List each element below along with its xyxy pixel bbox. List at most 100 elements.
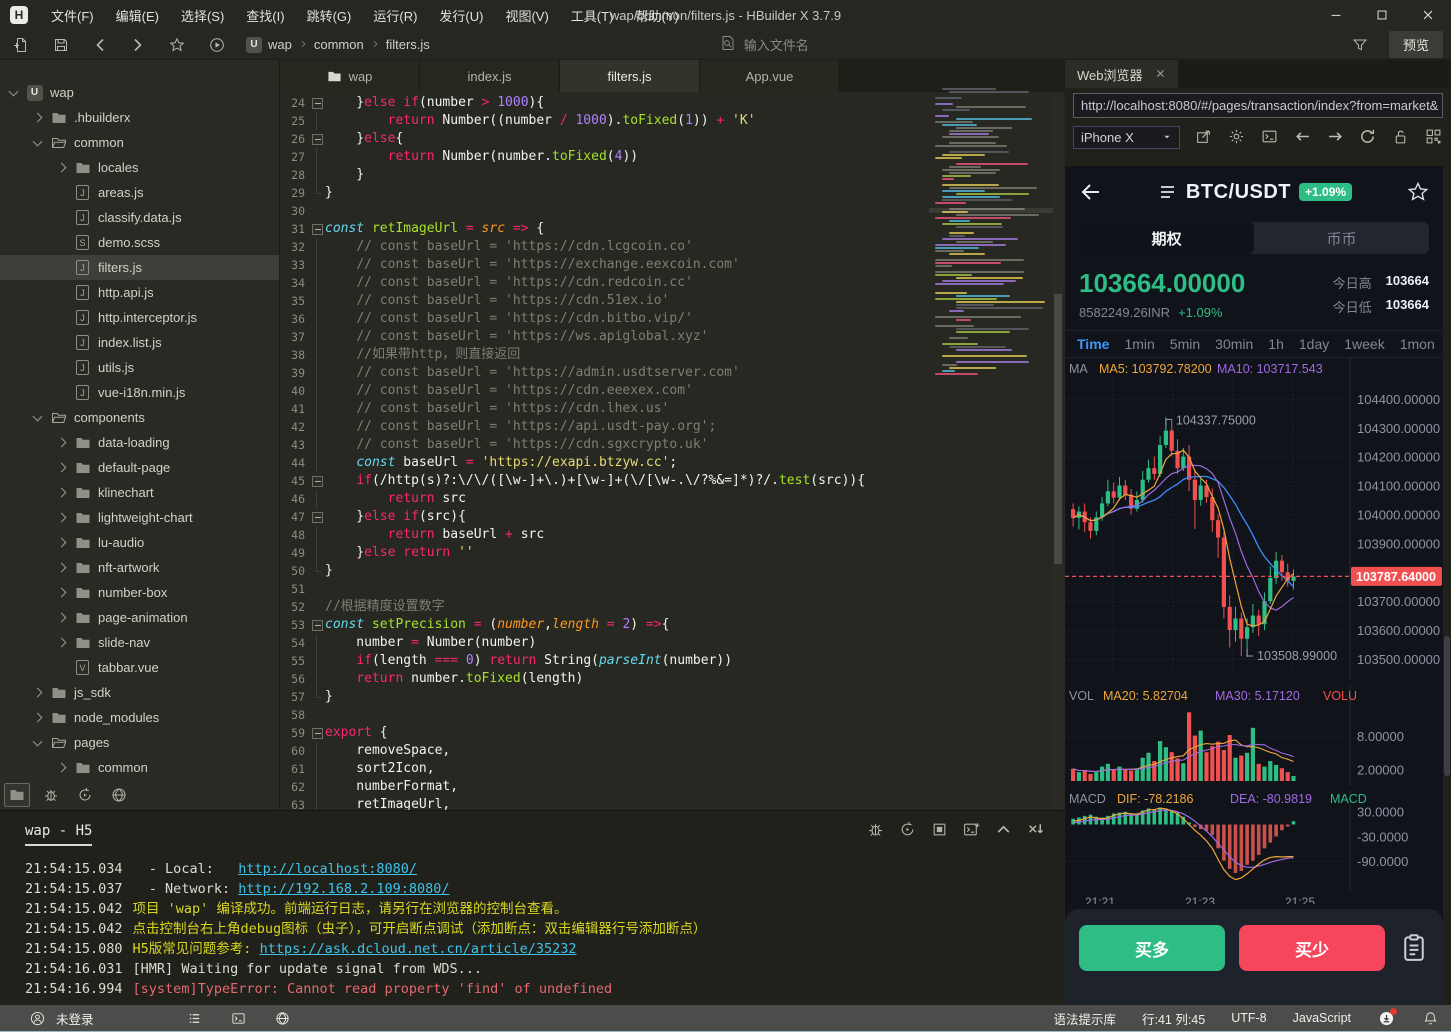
qr-code-icon[interactable] [1425,128,1443,146]
code-line-51[interactable]: 51 [280,580,1065,598]
clear-log-icon[interactable] [1027,821,1045,839]
line-number[interactable]: 44 [280,454,310,472]
new-file-icon[interactable] [6,32,36,58]
filter-funnel-icon[interactable] [1345,32,1375,58]
tree-item-tabbar.vue[interactable]: Vtabbar.vue [0,655,279,680]
chevron-right-icon[interactable] [57,513,67,523]
line-number[interactable]: 37 [280,328,310,346]
minimap[interactable] [935,88,1050,376]
tree-item-node_modules[interactable]: node_modules [0,705,279,730]
fold-toggle-icon[interactable] [310,220,325,238]
code-line-40[interactable]: 40 // const baseUrl = 'https://cdn.eeexe… [280,382,1065,400]
timeframe-1h[interactable]: 1h [1268,336,1284,352]
chevron-down-icon[interactable] [33,136,43,146]
history-back-icon[interactable] [1294,128,1312,146]
code-line-45[interactable]: 45 if(/http(s)?:\/\/([\w-]+\.)+[\w-]+(\/… [280,472,1065,490]
chevron-right-icon[interactable] [57,563,67,573]
line-number[interactable]: 30 [280,202,310,220]
syntax-lib-status[interactable]: 语法提示库 [1053,1009,1116,1028]
line-number[interactable]: 36 [280,310,310,328]
nav-back-icon[interactable] [86,32,116,58]
chevron-right-icon[interactable] [57,538,67,548]
line-number[interactable]: 40 [280,382,310,400]
fold-toggle-icon[interactable] [310,508,325,526]
tree-item-areas.js[interactable]: Jareas.js [0,180,279,205]
line-number[interactable]: 58 [280,706,310,724]
menu-发行(U)[interactable]: 发行(U) [428,0,494,30]
browser-scrollbar[interactable] [1443,166,1451,1005]
breadcrumb-folder[interactable]: common [314,37,364,52]
menu-视图(V)[interactable]: 视图(V) [494,0,559,30]
menu-编辑(E)[interactable]: 编辑(E) [105,0,170,30]
terminal-icon[interactable] [230,1010,248,1026]
menu-文件(F)[interactable]: 文件(F) [40,0,105,30]
line-number[interactable]: 50 [280,562,310,580]
code-line-56[interactable]: 56 return number.toFixed(length) [280,670,1065,688]
line-number[interactable]: 61 [280,760,310,778]
tree-item-index.list.js[interactable]: Jindex.list.js [0,330,279,355]
code-line-49[interactable]: 49 }else return '' [280,544,1065,562]
line-number[interactable]: 49 [280,544,310,562]
line-number[interactable]: 56 [280,670,310,688]
fold-toggle-icon[interactable] [310,94,325,112]
breadcrumb-project[interactable]: wap [268,37,292,52]
code-line-57[interactable]: 57} [280,688,1065,706]
line-number[interactable]: 24 [280,94,310,112]
tree-item-nft-artwork[interactable]: nft-artwork [0,555,279,580]
tree-item-page-animation[interactable]: page-animation [0,605,279,630]
code-line-61[interactable]: 61 sort2Icon, [280,760,1065,778]
tree-item-pages[interactable]: pages [0,730,279,755]
web-panel-icon[interactable] [106,783,132,807]
tab-options[interactable]: 期权 [1079,222,1254,254]
tree-item-demo.scss[interactable]: Sdemo.scss [0,230,279,255]
pair-list-icon[interactable] [1158,182,1178,202]
save-icon[interactable] [46,32,76,58]
chevron-right-icon[interactable] [57,163,67,173]
tree-item-data-loading[interactable]: data-loading [0,430,279,455]
code-line-55[interactable]: 55 if(length === 0) return String(parseI… [280,652,1065,670]
timeframe-1mon[interactable]: 1mon [1400,336,1435,352]
code-line-59[interactable]: 59export { [280,724,1065,742]
code-line-58[interactable]: 58 [280,706,1065,724]
timeframe-30min[interactable]: 30min [1215,336,1253,352]
chevron-right-icon[interactable] [33,113,43,123]
minimize-icon[interactable] [1313,0,1359,30]
line-number[interactable]: 28 [280,166,310,184]
line-number[interactable]: 48 [280,526,310,544]
line-number[interactable]: 62 [280,778,310,796]
timeframe-1day[interactable]: 1day [1299,336,1329,352]
tree-item-slide-nav[interactable]: slide-nav [0,630,279,655]
tree-item-filters.js[interactable]: Jfilters.js [0,255,279,280]
language-mode[interactable]: JavaScript [1293,1011,1351,1025]
line-number[interactable]: 33 [280,256,310,274]
tree-item-js_sdk[interactable]: js_sdk [0,680,279,705]
editor-scrollbar[interactable] [1053,94,1063,810]
chevron-right-icon[interactable] [57,488,67,498]
tab-spot[interactable]: 币币 [1254,222,1429,254]
fold-toggle-icon[interactable] [310,724,325,742]
chevron-right-icon[interactable] [57,638,67,648]
tree-item-http.api.js[interactable]: Jhttp.api.js [0,280,279,305]
back-arrow-icon[interactable] [1079,180,1103,204]
tree-item-lu-audio[interactable]: lu-audio [0,530,279,555]
close-icon[interactable] [1405,0,1451,30]
chevron-down-icon[interactable] [33,736,43,746]
chevron-right-icon[interactable] [33,688,43,698]
code-line-43[interactable]: 43 // const baseUrl = 'https://cdn.sgxcr… [280,436,1065,454]
close-tab-icon[interactable] [1155,67,1166,82]
debug-icon[interactable] [867,821,885,839]
timeframe-Time[interactable]: Time [1077,336,1109,352]
line-number[interactable]: 32 [280,238,310,256]
gear-icon[interactable] [1228,128,1246,146]
menu-跳转(G)[interactable]: 跳转(G) [296,0,363,30]
line-number[interactable]: 47 [280,508,310,526]
order-list-icon[interactable] [1399,933,1429,963]
fold-toggle-icon[interactable] [310,130,325,148]
chevron-right-icon[interactable] [57,438,67,448]
sync-panel-icon[interactable] [72,783,98,807]
favorite-star-icon[interactable] [1407,181,1429,203]
timeframe-1min[interactable]: 1min [1124,336,1154,352]
bookmark-star-icon[interactable] [162,32,192,58]
tree-item-components[interactable]: components [0,405,279,430]
chevron-right-icon[interactable] [57,763,67,773]
